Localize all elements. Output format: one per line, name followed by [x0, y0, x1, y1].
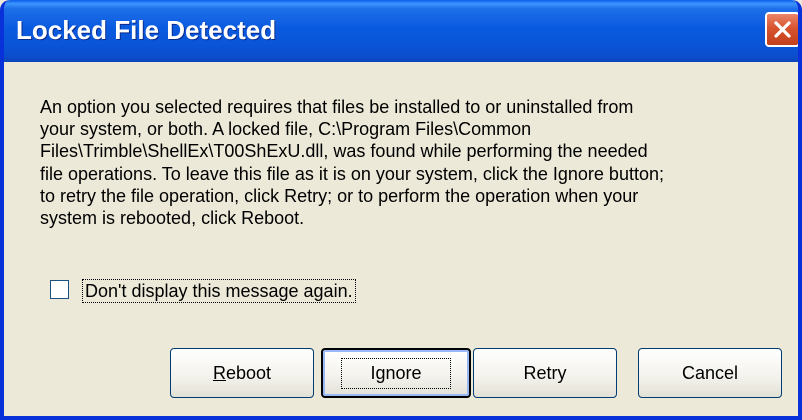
- close-button[interactable]: [765, 12, 798, 47]
- reboot-mnemonic: R: [212, 362, 226, 383]
- message-line: Files\Trimble\ShellEx\T00ShExU.dll, was …: [40, 141, 648, 162]
- ignore-label: Ignore: [341, 357, 451, 389]
- ignore-button[interactable]: Ignore: [321, 348, 471, 398]
- reboot-button[interactable]: Reboot: [170, 348, 314, 398]
- dont-display-label[interactable]: Don't display this message again.: [82, 279, 356, 303]
- ignore-mnemonic: g: [375, 362, 386, 383]
- cancel-button[interactable]: Cancel: [638, 348, 782, 398]
- message-line: to retry the file operation, click Retry…: [40, 185, 639, 206]
- message-line: system is rebooted, click Reboot.: [40, 208, 305, 229]
- dont-display-checkbox[interactable]: [50, 280, 69, 299]
- retry-button[interactable]: Retry: [473, 348, 617, 398]
- reboot-label: Reboot: [212, 362, 272, 383]
- message-line: An option you selected requires that fil…: [40, 97, 634, 117]
- dialog-window: Locked File Detected An option you selec…: [0, 0, 802, 420]
- dialog-title: Locked File Detected: [16, 15, 277, 45]
- message-line: file operations. To leave this file as i…: [40, 163, 664, 184]
- retry-label: Retry: [523, 362, 567, 383]
- title-bar[interactable]: Locked File Detected: [4, 0, 798, 62]
- message-line: your system, or both. A locked file, C:\…: [40, 119, 532, 140]
- message-text: An option you selected requires that fil…: [40, 96, 780, 229]
- cancel-label: Cancel: [681, 362, 739, 383]
